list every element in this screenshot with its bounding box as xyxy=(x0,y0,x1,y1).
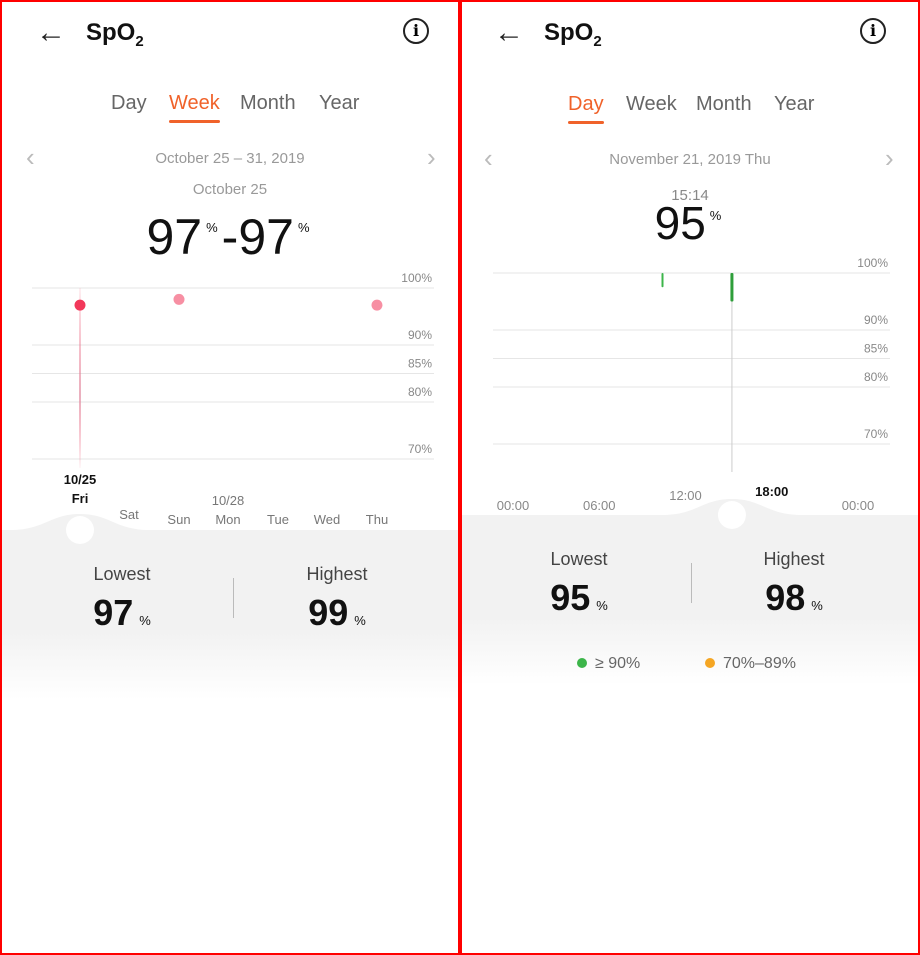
data-point-thu xyxy=(371,299,383,311)
lowest-label: Lowest xyxy=(550,549,608,569)
x-tick-tue: Tue xyxy=(267,512,289,527)
y-tick-label: 80% xyxy=(408,385,432,399)
x-tick-mon: Mon xyxy=(215,512,240,527)
slider-handle xyxy=(717,501,746,529)
lowest-label: Lowest xyxy=(93,564,151,584)
y-tick-label: 70% xyxy=(864,427,888,441)
y-tick-label: 100% xyxy=(857,256,888,270)
x-tick-wed: Wed xyxy=(314,512,341,527)
legend-item-normal: ≥ 90% xyxy=(577,655,640,673)
data-point-sun xyxy=(173,293,185,305)
spo2-bar xyxy=(661,273,664,288)
x-tick-label: 06:00 xyxy=(583,498,616,513)
divider xyxy=(691,563,692,603)
green-dot-icon xyxy=(577,658,587,668)
highest-value: 99% xyxy=(308,592,366,633)
y-tick-label: 70% xyxy=(408,442,432,456)
week-chart: 100% 90% 85% 80% 70% Fri 10/25 Sat Sun Mon 10/28 Tu… xyxy=(10,271,434,544)
x-tick-label: 00:00 xyxy=(497,498,530,513)
lowest-value: 97% xyxy=(93,592,151,633)
orange-dot-icon xyxy=(705,658,715,668)
x-tick-label: 12:00 xyxy=(669,488,702,503)
selection-line xyxy=(79,288,81,468)
x-date-label: 10/25 xyxy=(64,472,97,487)
x-tick-label: 00:00 xyxy=(842,498,875,513)
highest-value: 98% xyxy=(765,577,823,618)
week-panel: ← SpO2 i Day Week Month Year ‹ › October… xyxy=(0,0,460,955)
x-date-label: 10/28 xyxy=(212,493,245,508)
highest-label: Highest xyxy=(763,549,825,569)
day-panel: ← SpO2 i Day Week Month Year ‹ › Novembe… xyxy=(460,0,920,955)
x-tick-label: 18:00 xyxy=(755,484,788,499)
x-tick-fri: Fri xyxy=(72,491,89,506)
x-tick-sat: Sat xyxy=(119,507,139,522)
x-tick-sun: Sun xyxy=(167,512,190,527)
y-tick-label: 85% xyxy=(408,357,432,371)
data-point-fri xyxy=(74,299,86,311)
x-tick-thu: Thu xyxy=(366,512,388,527)
highest-label: Highest xyxy=(306,564,368,584)
slider-handle xyxy=(66,516,94,544)
legend-item-low: 70%–89% xyxy=(705,655,796,673)
spo2-bar xyxy=(730,273,734,302)
day-chart: 100% 90% 85% 80% 70% 00:00 06:00 12:00 18:00 00:0… xyxy=(493,256,890,529)
y-tick-label: 90% xyxy=(864,313,888,327)
lowest-value: 95% xyxy=(550,577,608,618)
y-tick-label: 85% xyxy=(864,342,888,356)
divider xyxy=(233,578,234,618)
y-tick-label: 90% xyxy=(408,328,432,342)
y-tick-label: 100% xyxy=(401,271,432,285)
y-tick-label: 80% xyxy=(864,370,888,384)
